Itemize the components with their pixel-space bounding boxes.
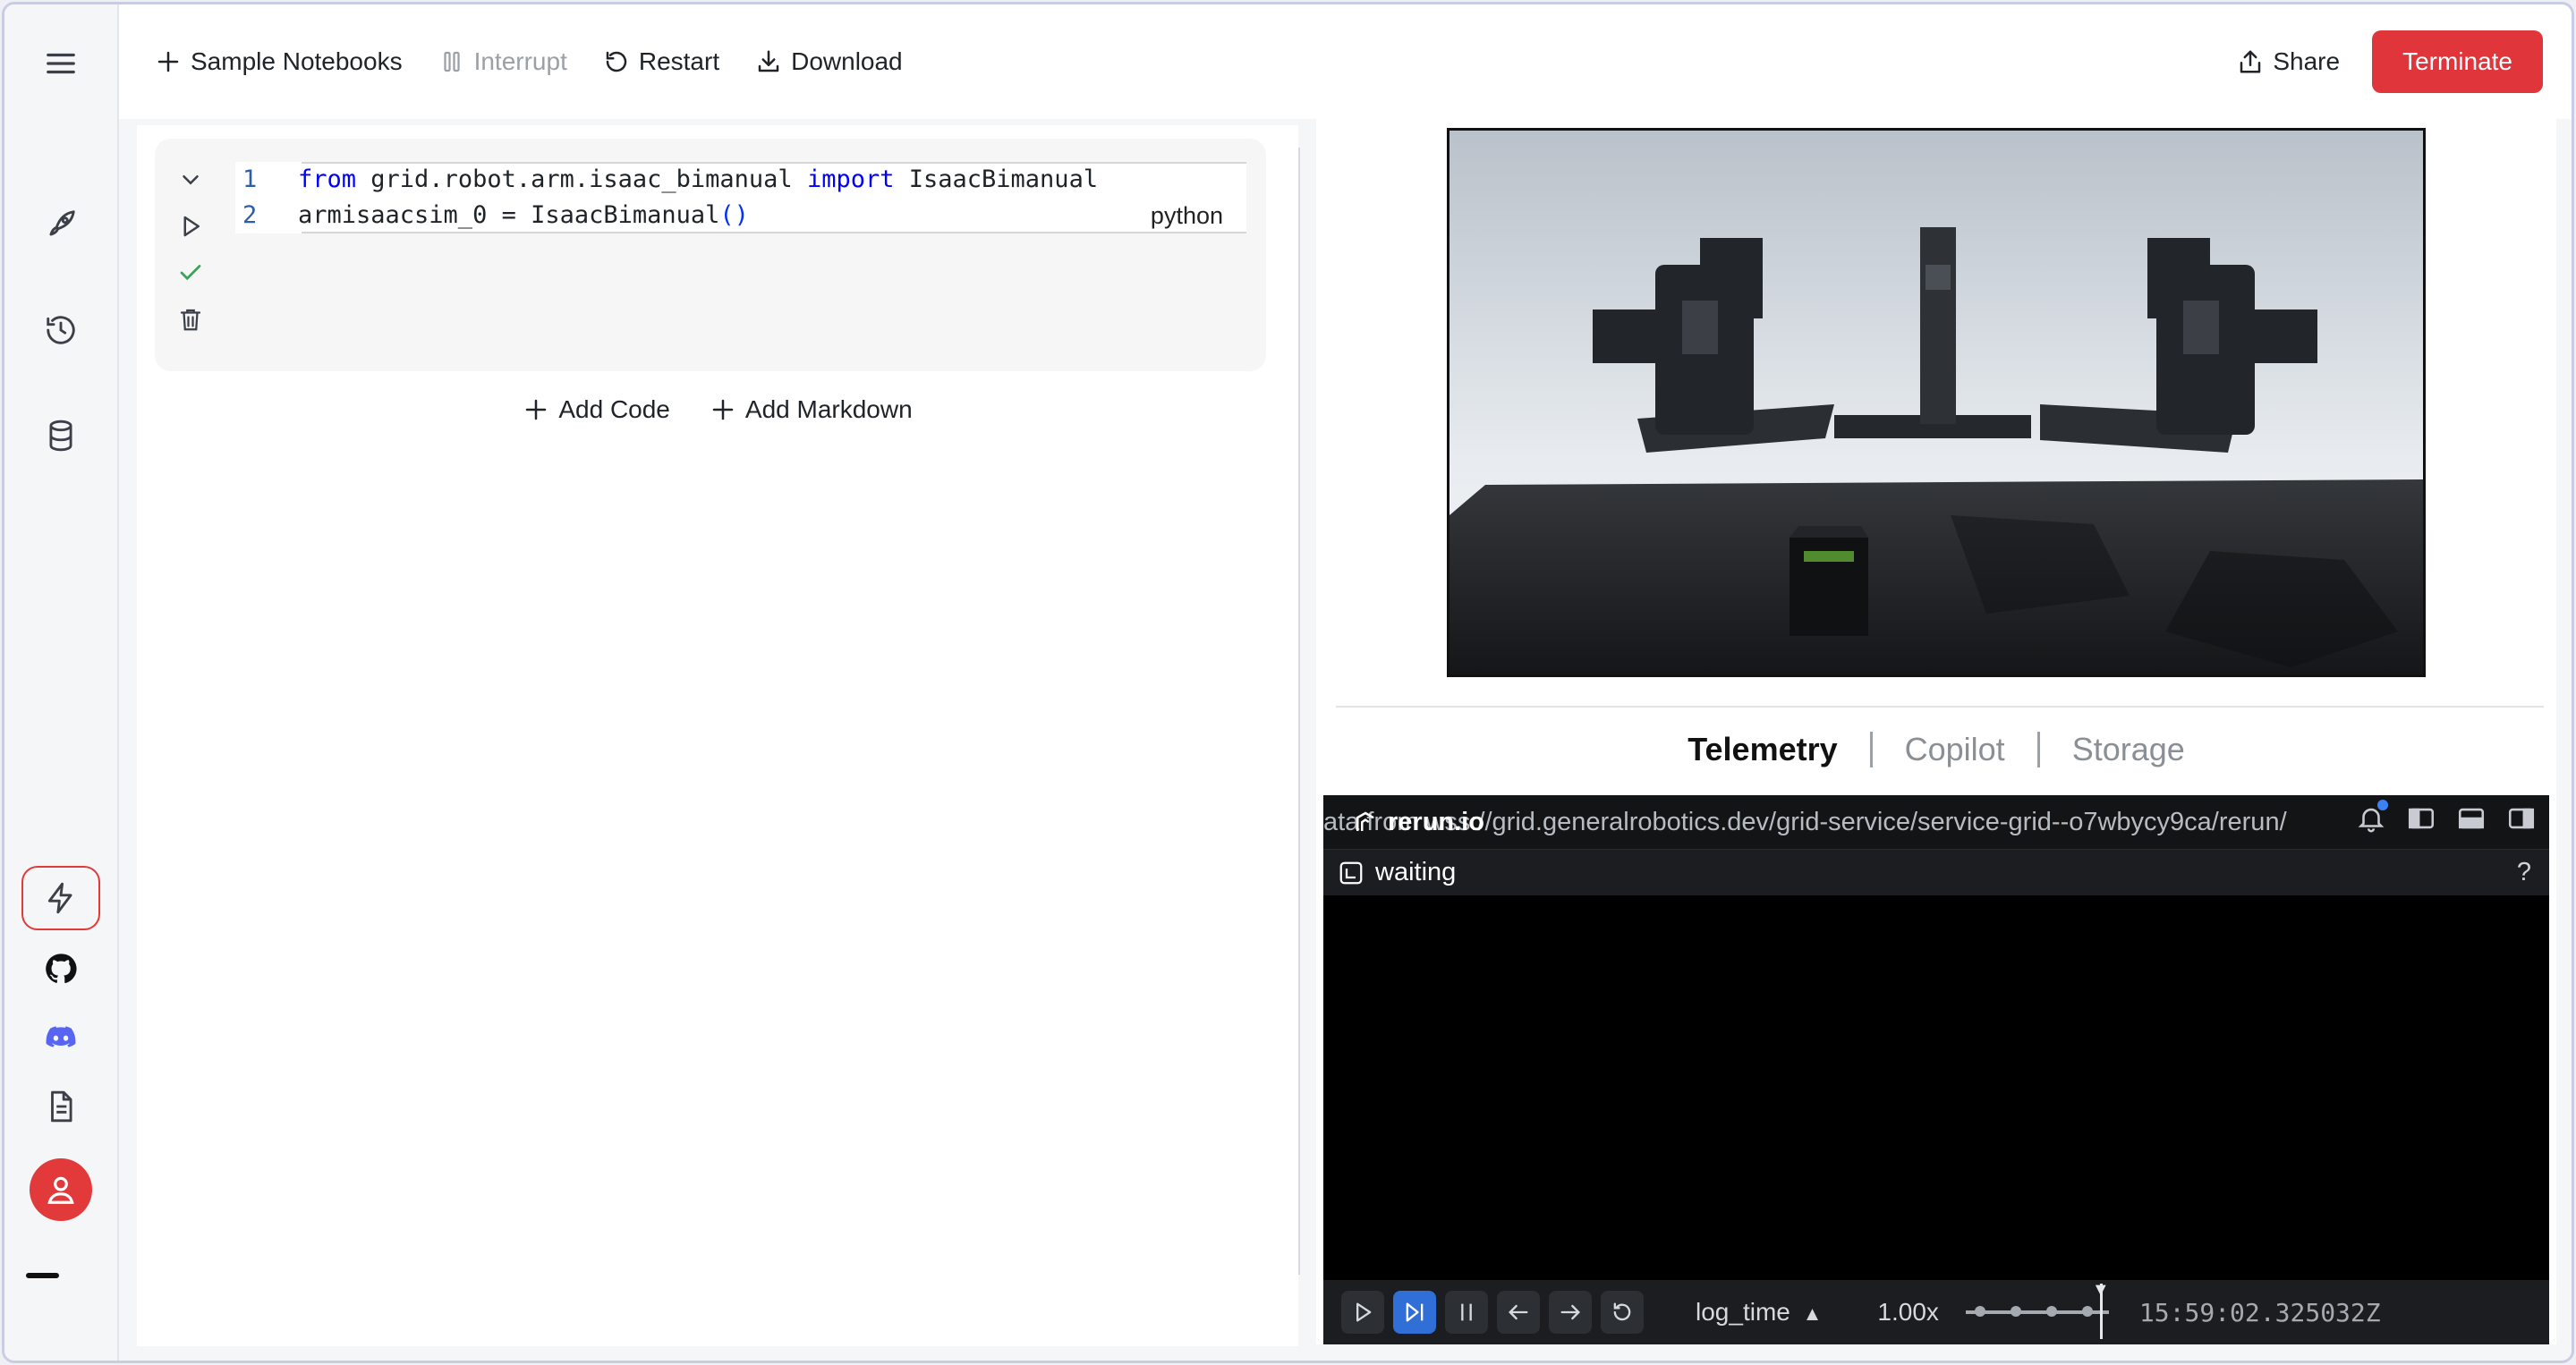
line-number: 1 [242, 165, 258, 193]
sidebar [4, 4, 119, 1361]
right-panel-toggle-icon[interactable] [2506, 803, 2537, 841]
pause-button[interactable] [1445, 1291, 1488, 1334]
notification-bell-icon[interactable] [2356, 800, 2388, 841]
tab-telemetry[interactable]: Telemetry [1655, 731, 1869, 768]
code-token: () [719, 201, 749, 229]
share-icon [2240, 50, 2261, 73]
terminate-button[interactable]: Terminate [2372, 30, 2543, 93]
play-button[interactable] [1341, 1291, 1384, 1334]
user-avatar[interactable] [30, 1158, 92, 1221]
help-button[interactable]: ? [2517, 858, 2549, 887]
rerun-status-text: waiting [1375, 858, 1457, 886]
interrupt-label: Interrupt [473, 47, 567, 75]
history-icon[interactable] [34, 303, 88, 357]
plus-icon [526, 399, 547, 420]
tab-storage[interactable]: Storage [2040, 731, 2217, 768]
line-number: 2 [242, 201, 258, 229]
plus-icon [157, 51, 179, 72]
rerun-logo-icon [1356, 811, 1374, 831]
sample-notebooks-label: Sample Notebooks [191, 47, 403, 75]
rerun-playback-bar: log_time ▲ 1.00x ▼ 15:59:02.325032Z [1323, 1280, 2549, 1344]
bolt-icon [47, 882, 72, 914]
download-button[interactable]: Download [755, 35, 903, 89]
pane-divider[interactable] [1298, 148, 1300, 1275]
right-pane: Telemetry Copilot Storage ata from wss:/… [1316, 119, 2556, 1344]
sample-notebooks-button[interactable]: Sample Notebooks [155, 35, 403, 89]
play-icon [1356, 1302, 1372, 1322]
loop-icon [1613, 1302, 1631, 1321]
pause-icon [1461, 1303, 1472, 1321]
code-line: 1 from grid.robot.arm.isaac_bimanual imp… [235, 162, 1246, 198]
add-markdown-button[interactable]: Add Markdown [710, 395, 913, 424]
recording-icon [1339, 861, 1363, 884]
delete-cell-icon[interactable] [171, 296, 210, 343]
panel-tabs: Telemetry Copilot Storage [1316, 731, 2556, 768]
add-code-label: Add Code [558, 395, 670, 423]
rerun-top-bar: ata from wss://grid.generalrobotics.dev/… [1323, 795, 2549, 849]
rerun-viewer[interactable]: ata from wss://grid.generalrobotics.dev/… [1323, 795, 2549, 1344]
user-icon [47, 1176, 74, 1204]
bottom-panel-toggle-icon[interactable] [2456, 803, 2487, 841]
restart-label: Restart [638, 47, 720, 75]
share-button[interactable]: Share [2237, 35, 2340, 89]
pause-icon [443, 51, 460, 72]
section-divider [1336, 706, 2544, 708]
notebook-pane: 1 from grid.robot.arm.isaac_bimanual imp… [137, 125, 1298, 1346]
plus-icon [712, 399, 734, 420]
add-markdown-label: Add Markdown [744, 395, 913, 423]
language-label: python [1150, 202, 1223, 229]
step-forward-button[interactable] [1549, 1291, 1592, 1334]
download-icon [758, 50, 779, 72]
code-token: grid.robot.arm.isaac_bimanual [356, 165, 807, 193]
share-label: Share [2273, 47, 2341, 75]
timeline-name: log_time [1696, 1298, 1790, 1326]
app-window: Sample Notebooks Interrupt Restart Downl… [2, 2, 2574, 1363]
code-token: from [298, 165, 357, 193]
code-editor[interactable]: 1 from grid.robot.arm.isaac_bimanual imp… [235, 162, 1246, 233]
playback-speed[interactable]: 1.00x [1877, 1298, 1939, 1327]
code-cell: 1 from grid.robot.arm.isaac_bimanual imp… [155, 139, 1266, 371]
arrow-left-icon [1509, 1304, 1528, 1320]
simulation-viewport[interactable] [1447, 128, 2426, 677]
timeline-selector[interactable]: log_time ▲ [1696, 1298, 1822, 1327]
rocket-icon[interactable] [34, 198, 88, 251]
brand-logo [26, 1259, 96, 1328]
tab-copilot[interactable]: Copilot [1873, 731, 2037, 768]
add-code-button[interactable]: Add Code [523, 395, 670, 424]
rerun-logo[interactable]: rerun.io [1352, 795, 1484, 849]
current-time: 15:59:02.325032Z [2138, 1297, 2381, 1327]
restart-button[interactable]: Restart [603, 35, 719, 89]
left-panel-toggle-icon[interactable] [2406, 803, 2436, 841]
robot-scene-image [1450, 131, 2423, 674]
interrupt-button[interactable]: Interrupt [438, 35, 567, 89]
restart-icon [606, 51, 627, 72]
download-label: Download [791, 47, 903, 75]
run-cell-icon[interactable] [171, 203, 210, 250]
rerun-status-bar: waiting ? [1323, 849, 2549, 895]
discord-icon[interactable] [34, 1011, 88, 1064]
database-icon[interactable] [34, 409, 88, 462]
caret-up-icon: ▲ [1802, 1302, 1823, 1325]
top-toolbar: Sample Notebooks Interrupt Restart Downl… [119, 4, 2572, 119]
arrow-right-icon [1560, 1304, 1580, 1320]
play-to-end-icon [1406, 1302, 1424, 1322]
check-icon [171, 250, 210, 296]
timeline-scrubber[interactable]: ▼ [1965, 1280, 2110, 1339]
bolt-button[interactable] [21, 866, 100, 930]
github-icon[interactable] [34, 942, 88, 996]
loop-button[interactable] [1601, 1291, 1644, 1334]
code-token: armisaacsim_0 = IsaacBimanual [298, 201, 720, 229]
follow-button[interactable] [1393, 1291, 1436, 1334]
step-back-button[interactable] [1497, 1291, 1540, 1334]
code-token: import [806, 165, 895, 193]
rerun-logo-label: rerun.io [1388, 808, 1484, 836]
code-token: IsaacBimanual [894, 165, 1099, 193]
menu-icon[interactable] [34, 37, 88, 90]
collapse-chevron-icon[interactable] [171, 157, 210, 203]
code-line: 2 armisaacsim_0 = IsaacBimanual() [235, 198, 1246, 233]
document-icon[interactable] [34, 1080, 88, 1133]
